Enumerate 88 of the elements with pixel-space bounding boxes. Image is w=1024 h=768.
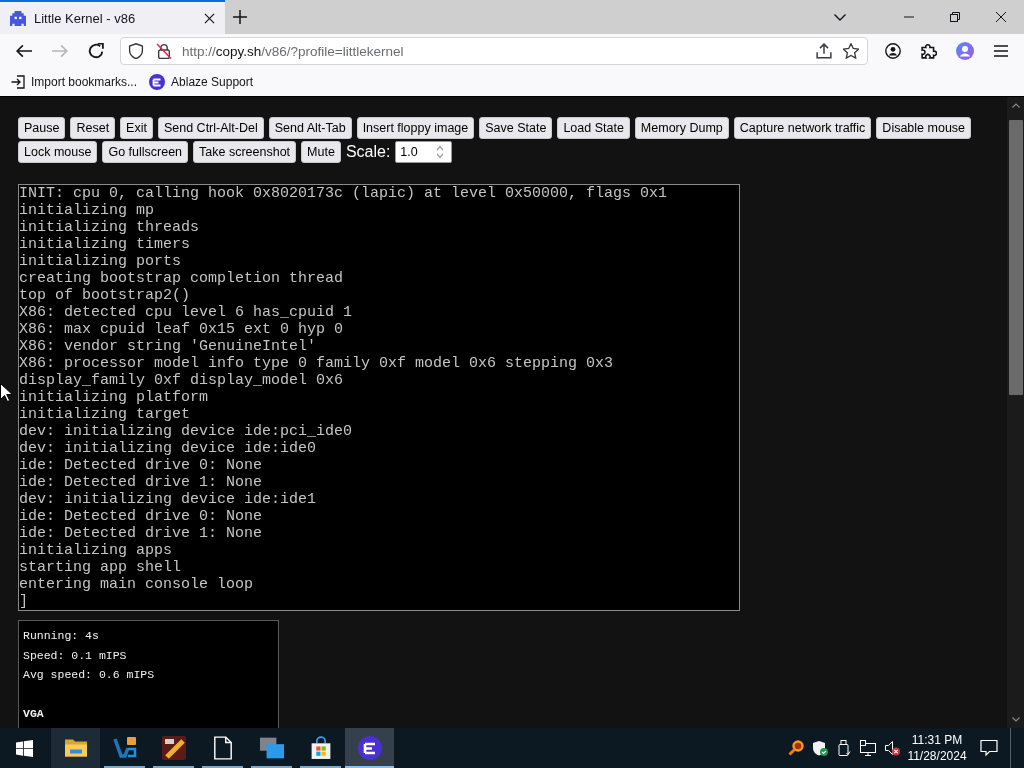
- terminal-line: ide: Detected drive 0: None: [19, 508, 264, 525]
- emulator-button[interactable]: Capture network traffic: [733, 117, 872, 139]
- scale-field[interactable]: 1.0: [395, 141, 453, 163]
- emulator-button[interactable]: Insert floppy image: [356, 117, 475, 139]
- terminal-line: ide: Detected drive 1: None: [19, 525, 264, 542]
- clock-time[interactable]: 11:31 PM: [911, 732, 963, 748]
- emulator-button[interactable]: Send Ctrl-Alt-Del: [157, 117, 264, 139]
- network-icon[interactable]: [860, 740, 876, 756]
- share-icon[interactable]: [816, 43, 832, 59]
- terminal-line: ide: Detected drive 0: None: [19, 457, 264, 474]
- clock-date[interactable]: 11/28/2024: [907, 748, 967, 764]
- emulator-button[interactable]: Lock mouse: [18, 141, 98, 163]
- terminal-line: top of bootstrap2(): [19, 287, 192, 304]
- terminal-line: X86: processor model info type 0 family 0xf model 0x6 stepping 0x3: [19, 355, 615, 372]
- terminal-line: ]: [19, 593, 29, 610]
- profile-avatar-icon[interactable]: [956, 42, 974, 60]
- terminal-line: starting app shell: [19, 559, 183, 576]
- account-icon[interactable]: [885, 43, 901, 59]
- terminal-line: initializing ports: [19, 253, 183, 270]
- emulator-button[interactable]: Disable mouse: [876, 117, 972, 139]
- address-field[interactable]: http://copy.sh/v86/?profile=littlekernel: [120, 37, 868, 65]
- terminal-line: initializing target: [19, 406, 192, 423]
- scroll-down-icon[interactable]: [1011, 717, 1020, 722]
- shield-check-icon[interactable]: [812, 740, 828, 756]
- browser-tab[interactable]: Little Kernel - v86: [0, 0, 225, 34]
- taskbar-button[interactable]: [51, 728, 100, 768]
- stats-line: Running: 4s: [23, 628, 100, 644]
- emulator-button[interactable]: Mute: [301, 141, 341, 163]
- close-icon[interactable]: [996, 12, 1006, 22]
- round-logo-icon: [357, 736, 382, 760]
- v-logo-icon: [112, 736, 137, 760]
- close-icon[interactable]: [204, 12, 215, 24]
- emulator-button[interactable]: Load State: [557, 117, 630, 139]
- menu-icon[interactable]: [993, 43, 1009, 59]
- terminal-line: initializing timers: [19, 236, 192, 253]
- chevron-down-icon[interactable]: [834, 13, 846, 21]
- terminal-line: dev: initializing device ide:ide1: [19, 491, 318, 508]
- terminal-line: X86: max cpuid leaf 0x15 ext 0 hyp 0: [19, 321, 345, 338]
- terminal-line: ide: Detected drive 1: None: [19, 474, 264, 491]
- speaker-muted-icon[interactable]: [884, 740, 900, 756]
- windows-logo-icon[interactable]: [15, 739, 33, 757]
- stats-heading: VGA: [23, 706, 45, 722]
- terminal-line: INIT: cpu 0, calling hook 0x8020173c (lapic) at level 0x50000, flags 0x1: [19, 185, 669, 202]
- stacked-windows-icon: [259, 736, 284, 760]
- terminal-line: X86: detected cpu level 6 has_cpuid 1: [19, 304, 354, 321]
- terminal-line: creating bootstrap completion thread: [19, 270, 345, 287]
- emulator-button[interactable]: Reset: [70, 117, 116, 139]
- round-logo-icon: [149, 74, 166, 90]
- terminal-line: initializing mp: [19, 202, 156, 219]
- usb-drive-icon[interactable]: [836, 740, 852, 756]
- terminal-line: initializing threads: [19, 219, 201, 236]
- star-icon[interactable]: [843, 43, 859, 59]
- puzzle-piece-icon[interactable]: [921, 43, 937, 59]
- terminal-line: dev: initializing device ide:ide0: [19, 440, 318, 457]
- emulator-button[interactable]: Exit: [120, 117, 153, 139]
- bookmark-item[interactable]: Import bookmarks...: [11, 75, 138, 89]
- emulator-button[interactable]: Save State: [479, 117, 553, 139]
- emulator-button[interactable]: Go fullscreen: [102, 141, 189, 163]
- plus-icon[interactable]: [233, 10, 247, 24]
- spinner-icon[interactable]: [436, 145, 445, 159]
- taskbar-button[interactable]: [345, 728, 394, 768]
- emulator-button[interactable]: Pause: [18, 117, 66, 139]
- stats-line: Avg speed: 0.6 mIPS: [23, 667, 156, 683]
- notification-icon[interactable]: [979, 739, 998, 757]
- terminal-line: X86: vendor string 'GenuineIntel': [19, 338, 318, 355]
- terminal-line: display_family 0xf display_model 0x6: [19, 372, 345, 389]
- scrollbar-thumb[interactable]: [1008, 120, 1023, 395]
- terminal-line: dev: initializing device ide:pci_ide0: [19, 423, 354, 440]
- pixel-creature-icon: [10, 10, 26, 26]
- mouse-pointer-icon: [0, 383, 12, 402]
- crossed-lock-icon[interactable]: [156, 43, 172, 59]
- game-tile-icon: [161, 736, 186, 760]
- back-arrow-icon[interactable]: [16, 43, 32, 59]
- terminal-line: entering main console loop: [19, 576, 255, 593]
- scale-label: Scale:: [345, 143, 391, 161]
- emulator-button[interactable]: Memory Dump: [634, 117, 729, 139]
- terminal-line: initializing apps: [19, 542, 174, 559]
- magnifier-icon[interactable]: [788, 740, 804, 756]
- emulator-button[interactable]: Take screenshot: [193, 141, 297, 163]
- emulator-button[interactable]: Send Alt-Tab: [268, 117, 352, 139]
- scroll-up-icon[interactable]: [1011, 103, 1020, 108]
- restore-icon[interactable]: [950, 12, 960, 22]
- terminal-line: initializing platform: [19, 389, 210, 406]
- shield-icon[interactable]: [128, 43, 144, 59]
- reload-icon[interactable]: [88, 43, 104, 59]
- stats-line: Speed: 0.1 mIPS: [23, 647, 128, 664]
- bookmark-item[interactable]: Ablaze Support: [149, 74, 254, 90]
- import-icon: [11, 75, 25, 89]
